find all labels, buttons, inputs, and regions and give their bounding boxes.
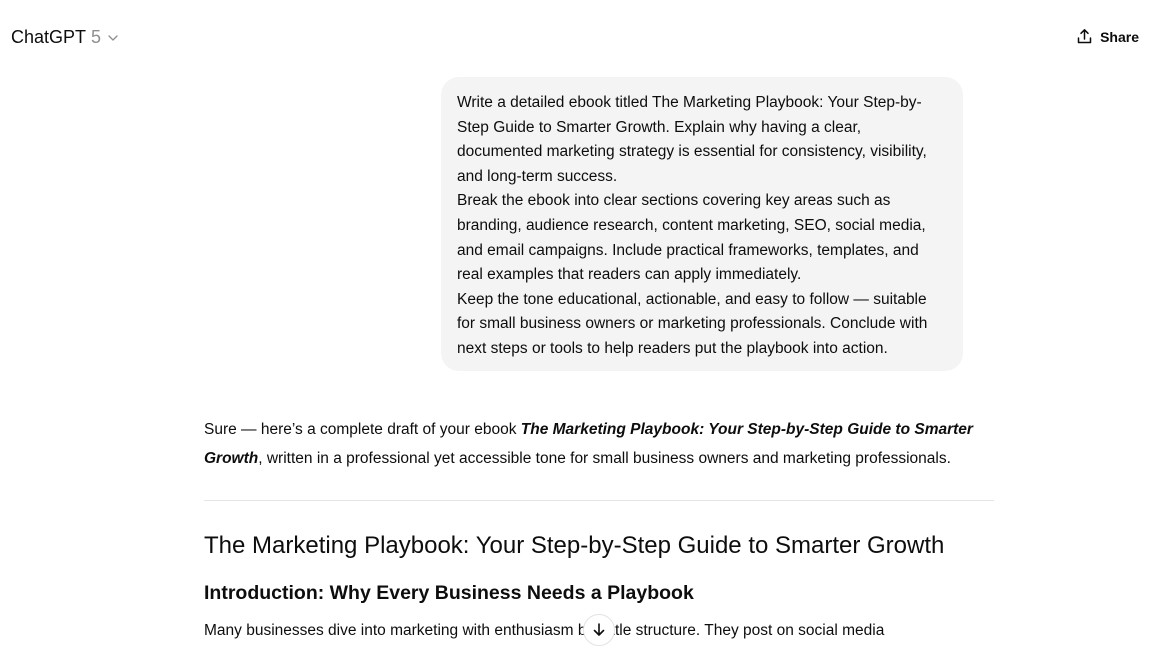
assistant-intro: Sure — here’s a complete draft of your e… (204, 415, 994, 473)
share-icon (1077, 29, 1092, 44)
ebook-heading: The Marketing Playbook: Your Step-by-Ste… (204, 532, 945, 559)
model-name: ChatGPT (11, 27, 87, 47)
arrow-down-icon (593, 623, 605, 636)
top-bar: ChatGPT 5 Share (0, 0, 1159, 76)
user-message-paragraph: Write a detailed ebook titled The Market… (457, 94, 927, 185)
chevron-down-icon (108, 34, 118, 41)
intro-text-after: , written in a professional yet accessib… (258, 450, 951, 467)
user-message-paragraph: Keep the tone educational, actionable, a… (457, 290, 928, 357)
share-label: Share (1100, 28, 1139, 45)
share-button[interactable]: Share (1076, 28, 1139, 45)
model-selector[interactable]: ChatGPT 5 (11, 27, 119, 48)
assistant-intro-paragraph: Sure — here’s a complete draft of your e… (204, 415, 994, 473)
section-paragraph: Many businesses dive into marketing with… (204, 622, 885, 639)
divider (204, 500, 994, 501)
model-version: 5 (91, 27, 102, 47)
intro-text-before: Sure — here’s a complete draft of your e… (204, 421, 521, 438)
user-message-paragraph: Break the ebook into clear sections cove… (457, 192, 926, 284)
scroll-to-bottom-button[interactable] (583, 614, 615, 646)
user-message: Write a detailed ebook titled The Market… (441, 77, 963, 371)
section-heading: Introduction: Why Every Business Needs a… (204, 582, 694, 604)
